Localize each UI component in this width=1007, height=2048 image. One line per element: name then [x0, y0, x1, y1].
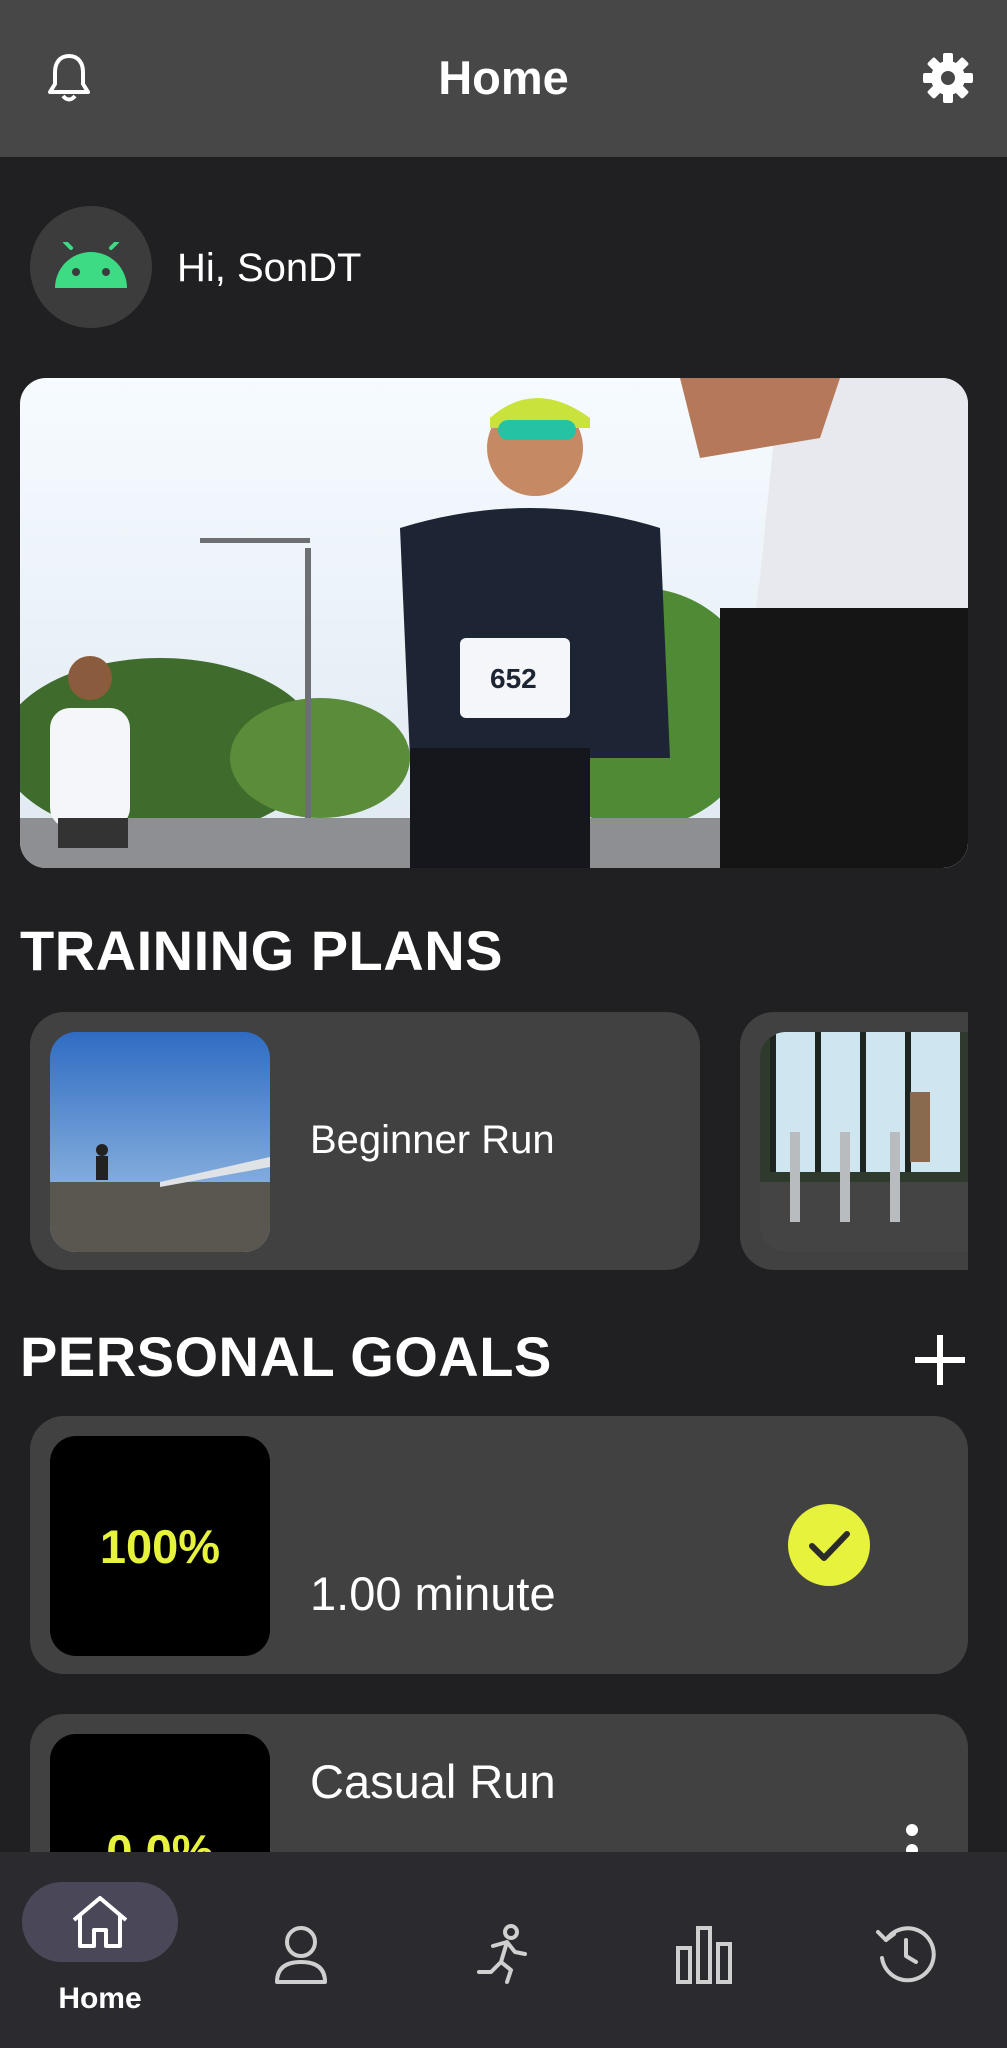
goal-card[interactable]: 100% 1.00 minute [30, 1416, 968, 1674]
nav-item-run[interactable] [423, 1852, 583, 2048]
nav-item-history[interactable] [826, 1852, 986, 2048]
avatar[interactable] [30, 206, 152, 328]
goal-progress: 0.0% [50, 1734, 270, 1852]
training-plans-title: TRAINING PLANS [20, 919, 503, 982]
goal-label: 1.00 minute [310, 1567, 556, 1620]
training-plan-card[interactable]: Beginner Run [30, 1012, 700, 1270]
svg-text:652: 652 [490, 663, 537, 694]
runner-on-road-photo [50, 1032, 270, 1252]
marathon-runners-photo: 652 [20, 378, 968, 868]
goal-progress: 100% [50, 1436, 270, 1656]
top-app-bar: Home [0, 0, 1007, 157]
check-circle-icon[interactable] [788, 1504, 870, 1586]
more-vertical-icon[interactable] [902, 1822, 922, 1852]
hero-image[interactable]: 652 [20, 378, 968, 868]
android-icon [55, 242, 127, 288]
home-icon [60, 1882, 140, 1962]
treadmill-gym-photo [760, 1032, 968, 1252]
nav-label-home: Home [58, 1982, 142, 2015]
run-icon [463, 1914, 543, 1994]
stats-icon [664, 1914, 744, 1994]
training-plan-card[interactable] [740, 1012, 968, 1270]
plus-icon[interactable] [905, 1325, 975, 1395]
goal-card[interactable]: 0.0% Casual Run [30, 1714, 968, 1852]
greeting-text: Hi, SonDT [177, 246, 362, 290]
goal-label: Casual Run [310, 1755, 556, 1808]
profile-icon [261, 1914, 341, 1994]
goal-percent: 100% [99, 1519, 221, 1573]
nav-item-stats[interactable] [624, 1852, 784, 2048]
training-plan-label: Beginner Run [310, 1118, 555, 1162]
page-title: Home [438, 51, 569, 104]
nav-item-home[interactable]: Home [20, 1852, 180, 2048]
bottom-navigation: Home [0, 1852, 1007, 2048]
history-icon [866, 1914, 946, 1994]
gear-icon[interactable] [912, 42, 984, 114]
personal-goals-title: PERSONAL GOALS [20, 1325, 552, 1388]
goal-percent: 0.0% [106, 1825, 214, 1852]
nav-item-profile[interactable] [221, 1852, 381, 2048]
